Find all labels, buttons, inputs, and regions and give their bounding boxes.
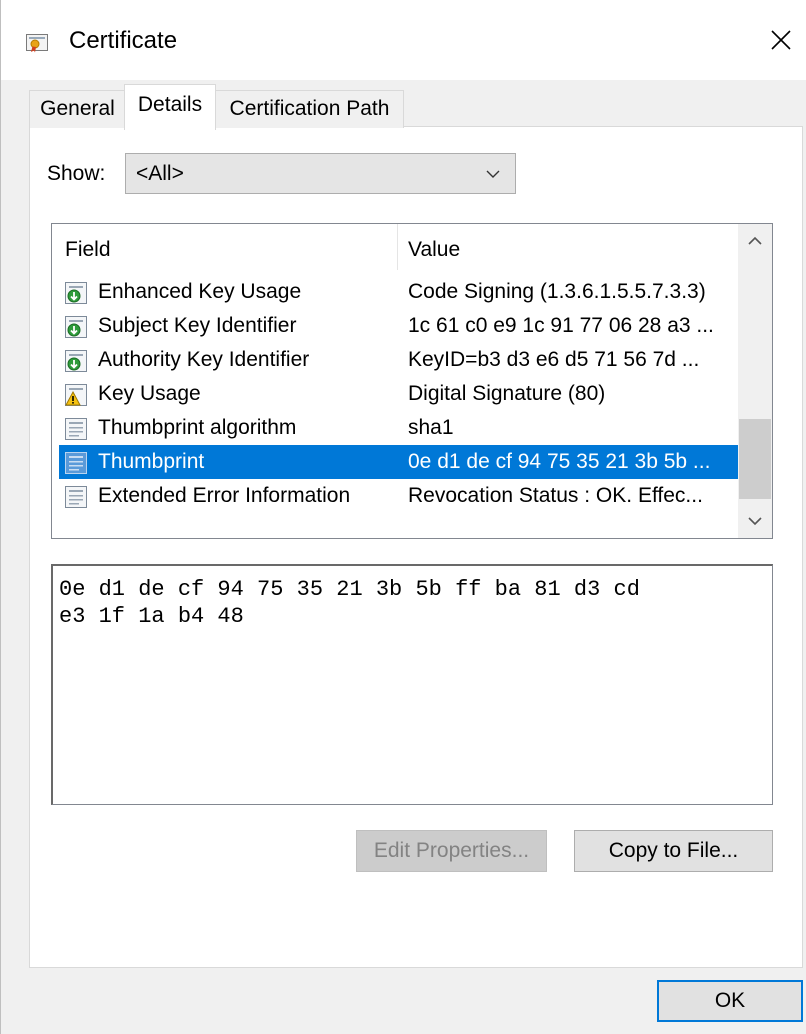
list-header: Field Value <box>52 224 738 270</box>
list-row-subject-key-identifier[interactable]: Subject Key Identifier 1c 61 c0 e9 1c 91… <box>59 309 738 343</box>
field-value: sha1 <box>408 416 454 439</box>
field-value: Revocation Status : OK. Effec... <box>408 484 703 507</box>
field-value: Digital Signature (80) <box>408 382 606 405</box>
show-dropdown[interactable]: <All> <box>125 153 516 194</box>
scroll-down-button[interactable] <box>738 504 772 538</box>
field-name: Authority Key Identifier <box>98 348 310 371</box>
field-value: 1c 61 c0 e9 1c 91 77 06 28 a3 ... <box>408 314 714 337</box>
certificate-dialog: Certificate General Details Certificatio… <box>0 0 806 1034</box>
copy-to-file-button[interactable]: Copy to File... <box>574 830 773 872</box>
value-detail-textbox[interactable]: 0e d1 de cf 94 75 35 21 3b 5b ff ba 81 d… <box>51 564 773 805</box>
list-row-authority-key-identifier[interactable]: Authority Key Identifier KeyID=b3 d3 e6 … <box>59 343 738 377</box>
tab-certification-path[interactable]: Certification Path <box>215 90 404 128</box>
extension-icon <box>65 316 87 338</box>
field-name: Subject Key Identifier <box>98 314 297 337</box>
extension-icon <box>65 282 87 304</box>
close-button[interactable] <box>761 18 801 62</box>
field-value: 0e d1 de cf 94 75 35 21 3b 5b ... <box>408 450 711 473</box>
property-icon <box>65 418 87 440</box>
column-divider[interactable] <box>397 224 398 270</box>
field-name: Key Usage <box>98 382 201 405</box>
column-header-value[interactable]: Value <box>408 236 460 264</box>
show-label: Show: <box>47 162 106 185</box>
chevron-down-icon <box>486 170 500 178</box>
scroll-thumb[interactable] <box>739 419 771 499</box>
certificate-icon <box>26 34 48 53</box>
title-bar: Certificate <box>1 0 806 80</box>
extension-icon <box>65 350 87 372</box>
list-row-key-usage[interactable]: Key Usage Digital Signature (80) <box>59 377 738 411</box>
scroll-up-button[interactable] <box>738 224 772 258</box>
column-header-field[interactable]: Field <box>65 236 111 264</box>
chevron-down-icon <box>748 517 762 526</box>
list-row-extended-error-information[interactable]: Extended Error Information Revocation St… <box>59 479 738 513</box>
window-title: Certificate <box>69 27 178 54</box>
field-value: KeyID=b3 d3 e6 d5 71 56 7d ... <box>408 348 700 371</box>
property-icon <box>65 452 87 474</box>
field-name: Enhanced Key Usage <box>98 280 302 303</box>
close-icon <box>771 30 791 50</box>
property-icon <box>65 486 87 508</box>
field-list[interactable]: Field Value Enhanced Key Usage Code Sign… <box>51 223 773 539</box>
tab-general[interactable]: General <box>29 90 126 128</box>
show-dropdown-value: <All> <box>136 162 184 185</box>
field-name: Extended Error Information <box>98 484 351 507</box>
field-name: Thumbprint <box>98 450 205 473</box>
critical-extension-icon <box>65 384 87 406</box>
list-row-thumbprint-algorithm[interactable]: Thumbprint algorithm sha1 <box>59 411 738 445</box>
field-name: Thumbprint algorithm <box>98 416 297 439</box>
edit-properties-button[interactable]: Edit Properties... <box>356 830 547 872</box>
chevron-up-icon <box>748 236 762 245</box>
list-scrollbar[interactable] <box>738 224 772 538</box>
list-row-thumbprint[interactable]: Thumbprint 0e d1 de cf 94 75 35 21 3b 5b… <box>59 445 738 479</box>
field-value: Code Signing (1.3.6.1.5.5.7.3.3) <box>408 280 706 303</box>
list-row-enhanced-key-usage[interactable]: Enhanced Key Usage Code Signing (1.3.6.1… <box>59 275 738 309</box>
tab-details[interactable]: Details <box>124 84 216 130</box>
ok-button[interactable]: OK <box>657 980 803 1022</box>
